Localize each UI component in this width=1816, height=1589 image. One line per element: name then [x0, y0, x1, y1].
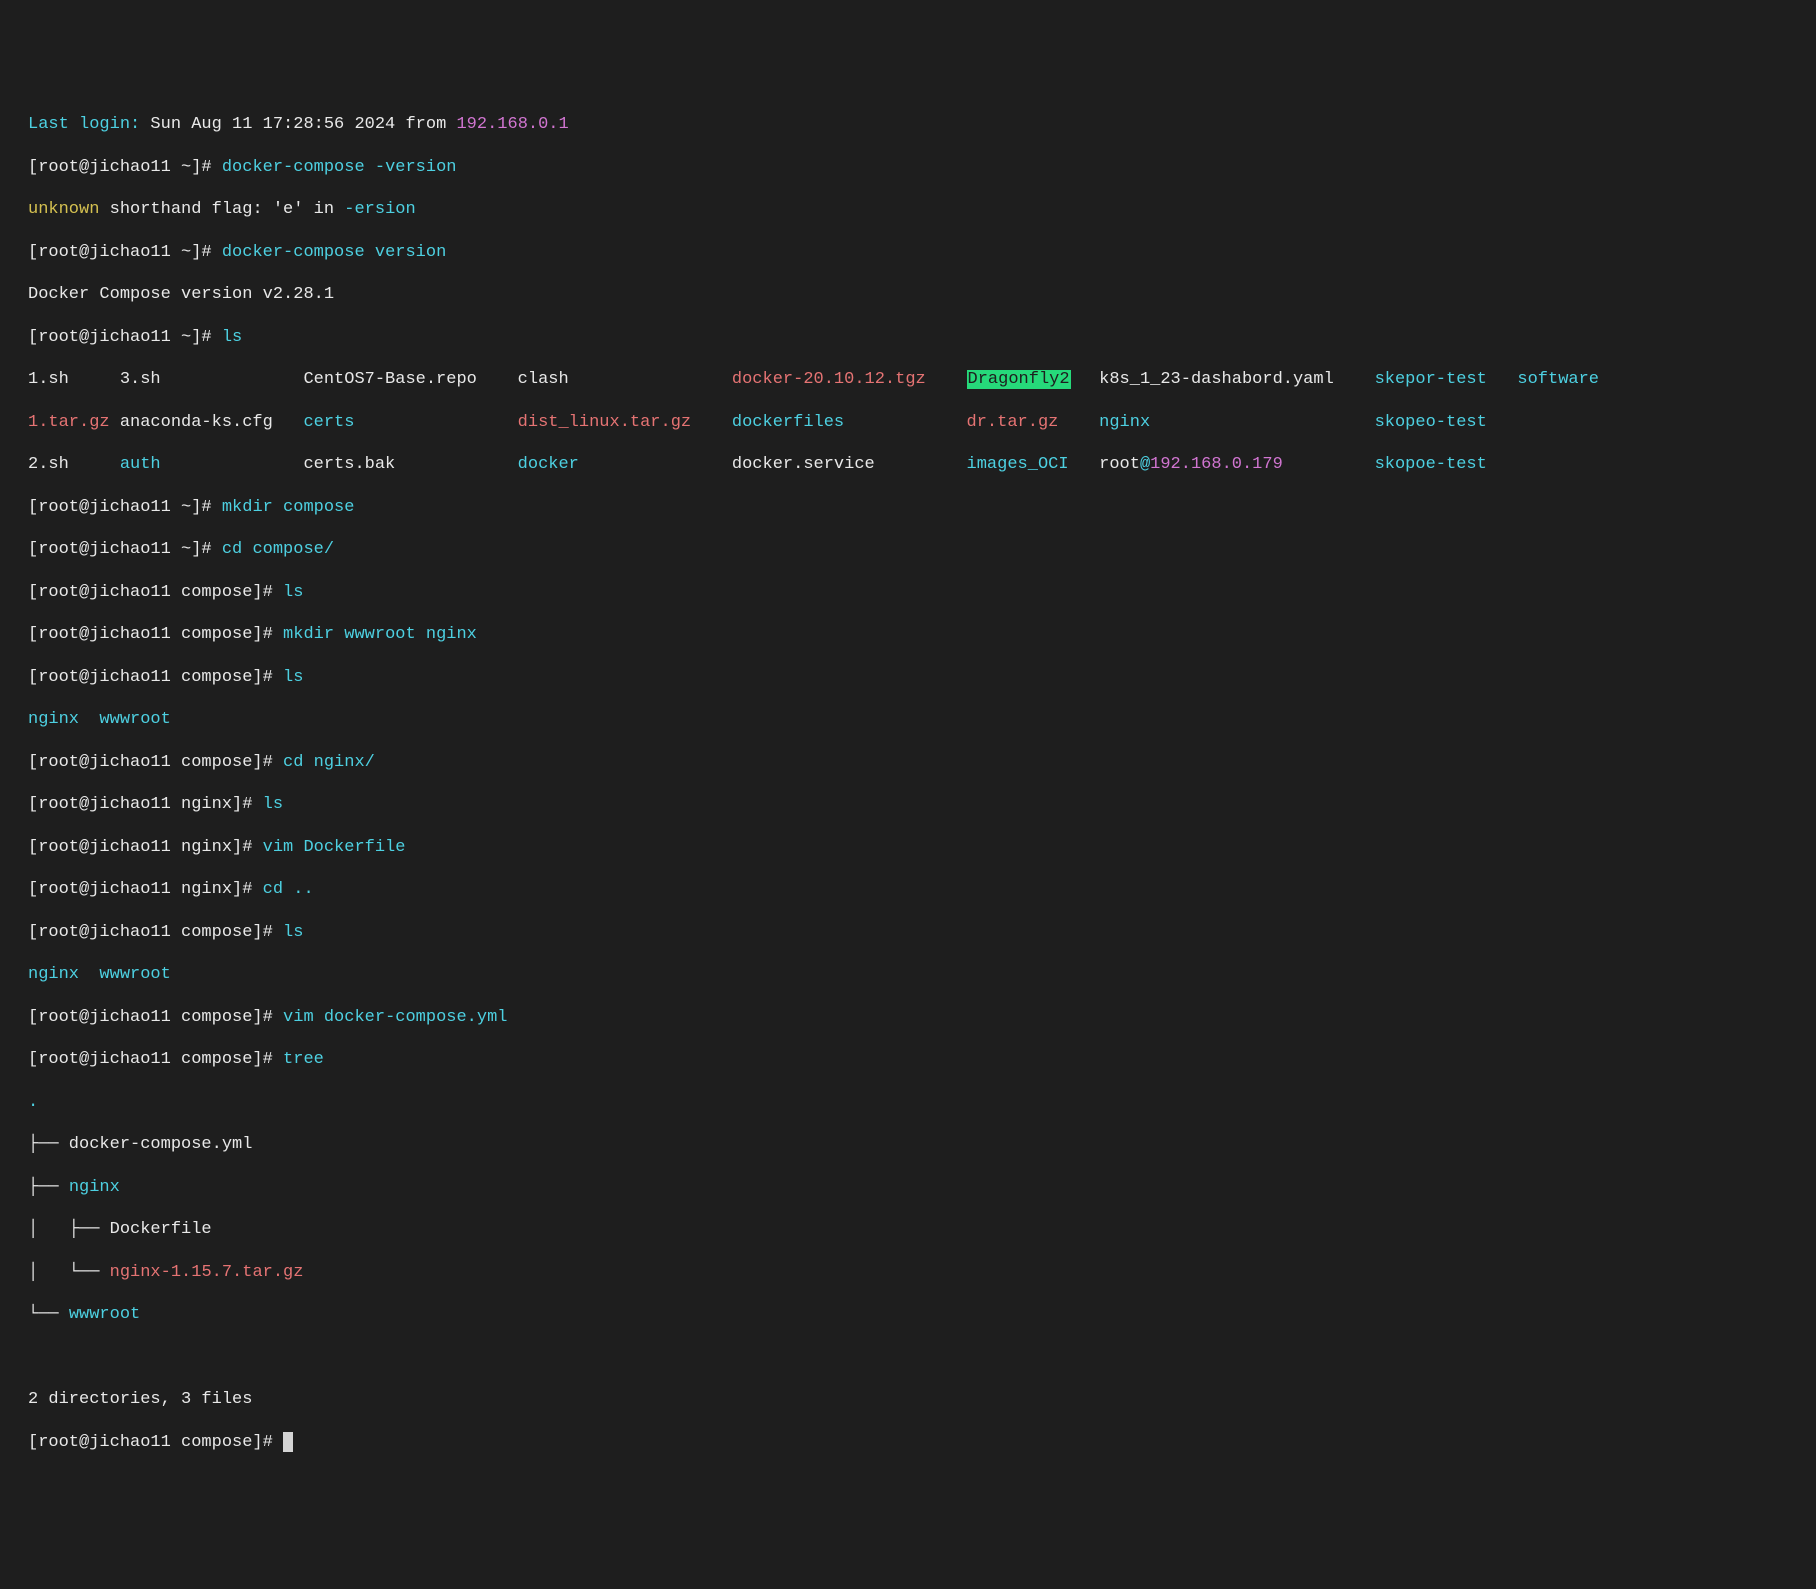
prompt-line: [root@jichao11 compose]# tree [28, 1049, 1816, 1070]
cmd-vim-dcy: vim docker-compose.yml [283, 1008, 507, 1027]
prompt-home: [root@jichao11 ~]# [28, 498, 212, 517]
prompt-compose: [root@jichao11 compose]# [28, 1008, 273, 1027]
dir: images_OCI [967, 454, 1100, 475]
tree-line: │ └── nginx-1.15.7.tar.gz [28, 1262, 1816, 1283]
prompt-nginx: [root@jichao11 nginx]# [28, 795, 252, 814]
prompt-compose: [root@jichao11 compose]# [28, 1433, 273, 1452]
tree-line: ├── docker-compose.yml [28, 1134, 1816, 1155]
prompt-line: [root@jichao11 compose]# mkdir wwwroot n… [28, 624, 1816, 645]
cmd-cd-nginx: cd nginx/ [283, 753, 375, 772]
file-archive: dist_linux.tar.gz [518, 412, 732, 433]
file: CentOS7-Base.repo [303, 369, 517, 390]
prompt-line: [root@jichao11 compose]# cd nginx/ [28, 752, 1816, 773]
output-line: Docker Compose version v2.28.1 [28, 284, 1816, 305]
dir: auth [120, 454, 304, 475]
file: 1.sh [28, 369, 120, 390]
file: k8s_1_23-dashabord.yaml [1099, 369, 1374, 390]
prompt-line: [root@jichao11 ~]# docker-compose versio… [28, 242, 1816, 263]
login-line: Last login: Sun Aug 11 17:28:56 2024 fro… [28, 114, 1816, 135]
cmd-cd-compose: cd compose/ [222, 540, 334, 559]
prompt-line: [root@jichao11 compose]# ls [28, 582, 1816, 603]
prompt-nginx: [root@jichao11 nginx]# [28, 880, 252, 899]
file: certs.bak [303, 454, 517, 475]
blank-line [28, 1347, 1816, 1368]
tree-dir: nginx [69, 1178, 120, 1197]
prompt-line: [root@jichao11 ~]# mkdir compose [28, 497, 1816, 518]
file: docker.service [732, 454, 967, 475]
prompt-line: [root@jichao11 nginx]# cd .. [28, 879, 1816, 900]
prompt-line: [root@jichao11 compose]# ls [28, 922, 1816, 943]
dir: software [1517, 370, 1599, 389]
err-mid: shorthand flag: 'e' in [110, 200, 334, 219]
prompt-compose: [root@jichao11 compose]# [28, 583, 273, 602]
login-prefix: Last login: [28, 115, 140, 134]
prompt-nginx: [root@jichao11 nginx]# [28, 838, 252, 857]
tree-line: ├── nginx [28, 1177, 1816, 1198]
tree-line: └── wwwroot [28, 1304, 1816, 1325]
file: clash [518, 369, 732, 390]
cmd-dc-version: docker-compose version [222, 243, 446, 262]
prompt-home: [root@jichao11 ~]# [28, 158, 212, 177]
prompt-line: [root@jichao11 compose]# ls [28, 667, 1816, 688]
prompt-line: [root@jichao11 compose]# vim docker-comp… [28, 1007, 1816, 1028]
err-arg: -ersion [344, 200, 415, 219]
prompt-line: [root@jichao11 ~]# docker-compose -versi… [28, 157, 1816, 178]
prompt-line: [root@jichao11 nginx]# ls [28, 794, 1816, 815]
tree-dir: wwwroot [69, 1305, 140, 1324]
login-datetime: Sun Aug 11 17:28:56 2024 from [150, 115, 446, 134]
dir: skopeo-test [1375, 413, 1487, 432]
dir: dockerfiles [732, 412, 967, 433]
ls-row-3: 2.shauthcerts.bakdockerdocker.serviceima… [28, 454, 1816, 475]
file: 2.sh [28, 454, 120, 475]
tree-summary: 2 directories, 3 files [28, 1389, 1816, 1410]
remote: root@192.168.0.179 [1099, 454, 1374, 475]
prompt-home: [root@jichao11 ~]# [28, 328, 212, 347]
cmd-mkdir-wn: mkdir wwwroot nginx [283, 625, 477, 644]
file-archive: 1.tar.gz [28, 412, 120, 433]
err-unknown: unknown [28, 200, 99, 219]
error-line: unknown shorthand flag: 'e' in -ersion [28, 199, 1816, 220]
file-archive: docker-20.10.12.tgz [732, 369, 967, 390]
ls-row-1: 1.sh3.shCentOS7-Base.repoclashdocker-20.… [28, 369, 1816, 390]
cmd-cd-up: cd .. [263, 880, 314, 899]
ls-output: nginx wwwroot [28, 964, 1816, 985]
cmd-mkdir-compose: mkdir compose [222, 498, 355, 517]
prompt-line: [root@jichao11 ~]# ls [28, 327, 1816, 348]
dir: docker [518, 454, 732, 475]
dir: skepor-test [1375, 369, 1518, 390]
prompt-home: [root@jichao11 ~]# [28, 243, 212, 262]
dir: nginx [1099, 412, 1374, 433]
prompt-compose: [root@jichao11 compose]# [28, 1050, 273, 1069]
dir: certs [303, 412, 517, 433]
dir-highlight: Dragonfly2 [967, 369, 1100, 390]
cmd-ls: ls [222, 328, 242, 347]
cmd-ls: ls [263, 795, 283, 814]
ls-row-2: 1.tar.gzanaconda-ks.cfgcertsdist_linux.t… [28, 412, 1816, 433]
cmd-dc-version-typo: docker-compose -version [222, 158, 457, 177]
cmd-tree: tree [283, 1050, 324, 1069]
prompt-compose: [root@jichao11 compose]# [28, 753, 273, 772]
login-ip: 192.168.0.1 [456, 115, 568, 134]
tree-line: │ ├── Dockerfile [28, 1219, 1816, 1240]
ls-output: nginx wwwroot [28, 709, 1816, 730]
file-archive: dr.tar.gz [967, 412, 1100, 433]
cmd-vim-dockerfile: vim Dockerfile [263, 838, 406, 857]
tree-archive: nginx-1.15.7.tar.gz [110, 1263, 304, 1282]
prompt-home: [root@jichao11 ~]# [28, 540, 212, 559]
tree-root: . [28, 1092, 1816, 1113]
prompt-compose: [root@jichao11 compose]# [28, 668, 273, 687]
dir: skopoe-test [1375, 455, 1487, 474]
prompt-line: [root@jichao11 ~]# cd compose/ [28, 539, 1816, 560]
prompt-compose: [root@jichao11 compose]# [28, 923, 273, 942]
cmd-ls: ls [283, 923, 303, 942]
terminal-output[interactable]: Last login: Sun Aug 11 17:28:56 2024 fro… [28, 93, 1816, 1474]
prompt-line: [root@jichao11 nginx]# vim Dockerfile [28, 837, 1816, 858]
file: 3.sh [120, 369, 304, 390]
file: anaconda-ks.cfg [120, 412, 304, 433]
cursor-icon [283, 1432, 293, 1452]
cmd-ls: ls [283, 583, 303, 602]
prompt-line-active[interactable]: [root@jichao11 compose]# [28, 1432, 1816, 1453]
prompt-compose: [root@jichao11 compose]# [28, 625, 273, 644]
cmd-ls: ls [283, 668, 303, 687]
